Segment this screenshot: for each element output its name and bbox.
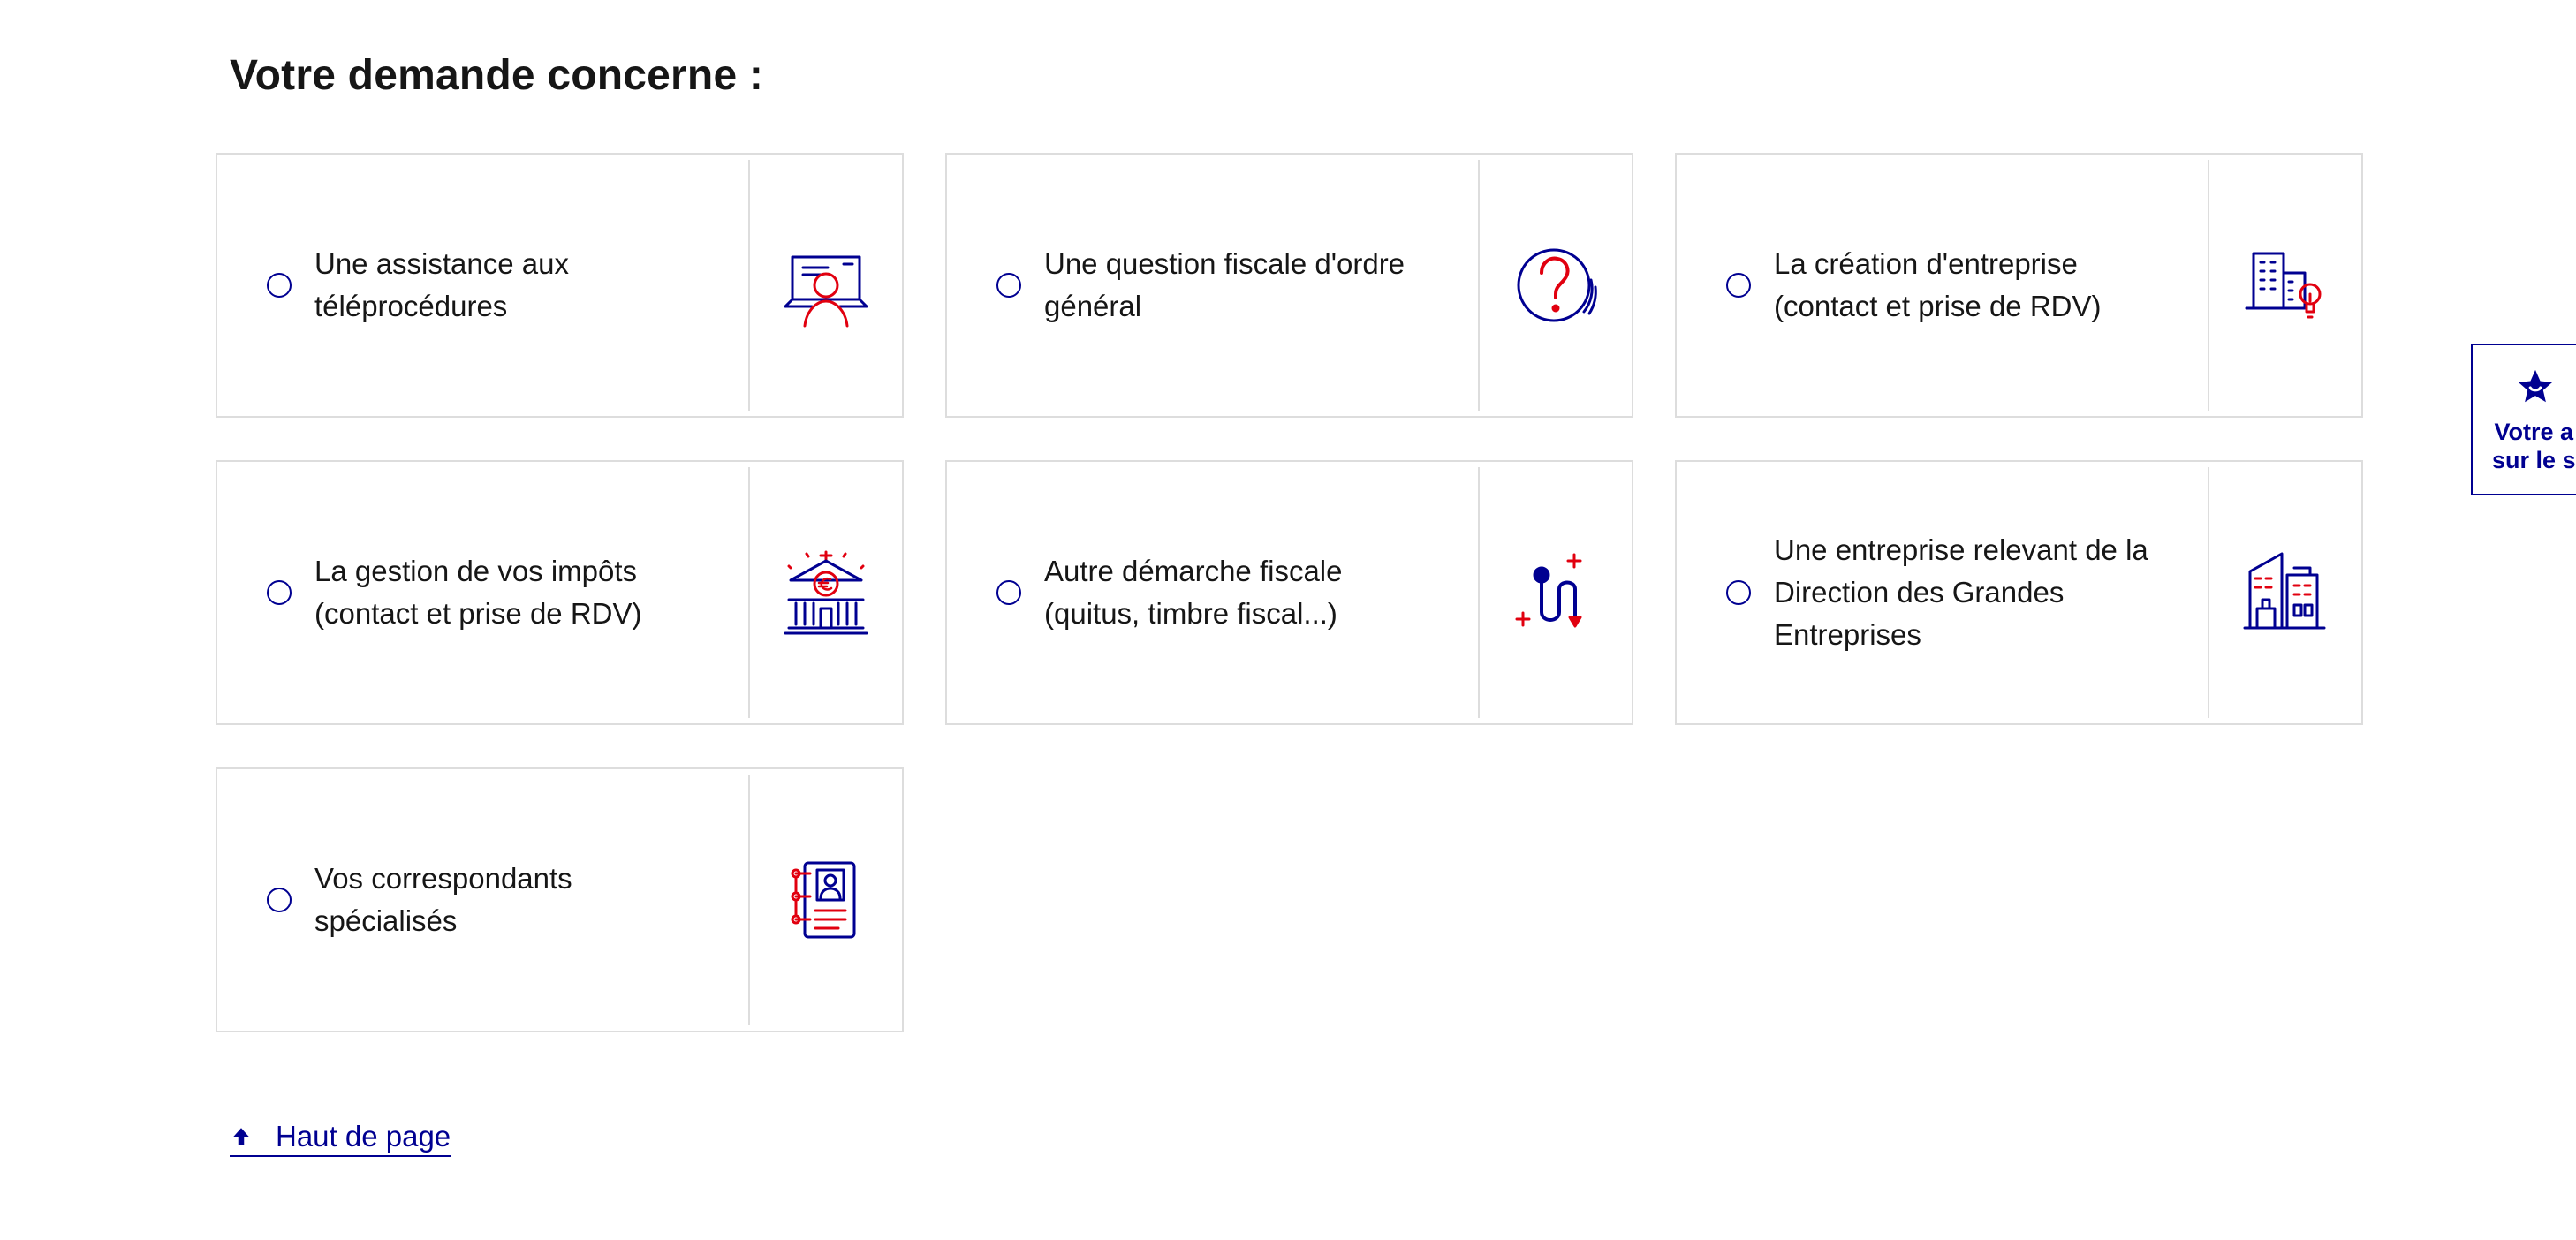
page: Votre demande concerne : Une assistance … bbox=[0, 0, 2576, 1240]
option-label: Une assistance aux téléprocédures bbox=[314, 247, 569, 322]
radio-button[interactable] bbox=[1726, 273, 1751, 298]
radio-button[interactable] bbox=[996, 273, 1021, 298]
laptop-user-icon bbox=[750, 155, 902, 416]
option-card-correspondants[interactable]: Vos correspondants spécialisés bbox=[216, 767, 904, 1032]
option-card-grandes-entreprises[interactable]: Une entreprise relevant de la Direction … bbox=[1675, 460, 2363, 725]
contact-book-icon bbox=[750, 769, 902, 1031]
arrow-up-icon bbox=[230, 1125, 253, 1148]
page-title: Votre demande concerne : bbox=[230, 52, 764, 99]
radio-button[interactable] bbox=[996, 580, 1021, 605]
path-steps-icon bbox=[1480, 462, 1632, 723]
question-icon bbox=[1480, 155, 1632, 416]
back-to-top-label: Haut de page bbox=[276, 1120, 451, 1153]
radio-button[interactable] bbox=[1726, 580, 1751, 605]
radio-button[interactable] bbox=[267, 888, 292, 912]
back-to-top-link[interactable]: Haut de page bbox=[230, 1120, 451, 1157]
option-card-gestion-impots[interactable]: La gestion de vos impôts (contact et pri… bbox=[216, 460, 904, 725]
radio-button[interactable] bbox=[267, 273, 292, 298]
option-card-teleprocedures[interactable]: Une assistance aux téléprocédures bbox=[216, 153, 904, 418]
option-card-creation-entreprise[interactable]: La création d'entreprise (contact et pri… bbox=[1675, 153, 2363, 418]
buildings-lightbulb-icon bbox=[2209, 155, 2361, 416]
options-grid: Une assistance aux téléprocédures Une qu… bbox=[216, 153, 2366, 1032]
option-label: Une entreprise relevant de la Direction … bbox=[1774, 533, 2148, 651]
option-card-autre-demarche[interactable]: Autre démarche fiscale (quitus, timbre f… bbox=[945, 460, 1633, 725]
option-label: La création d'entreprise (contact et pri… bbox=[1774, 247, 2102, 322]
feedback-label: Votre a sur le s bbox=[2492, 419, 2576, 473]
feedback-button[interactable]: Votre a sur le s bbox=[2471, 344, 2576, 495]
option-label: Une question fiscale d'ordre général bbox=[1044, 247, 1405, 322]
option-card-question-fiscale[interactable]: Une question fiscale d'ordre général bbox=[945, 153, 1633, 418]
option-label: Vos correspondants spécialisés bbox=[314, 862, 572, 937]
radio-button[interactable] bbox=[267, 580, 292, 605]
large-company-icon bbox=[2209, 462, 2361, 723]
option-label: La gestion de vos impôts (contact et pri… bbox=[314, 555, 642, 630]
star-icon bbox=[2515, 367, 2556, 407]
tax-office-icon bbox=[750, 462, 902, 723]
option-label: Autre démarche fiscale (quitus, timbre f… bbox=[1044, 555, 1343, 630]
